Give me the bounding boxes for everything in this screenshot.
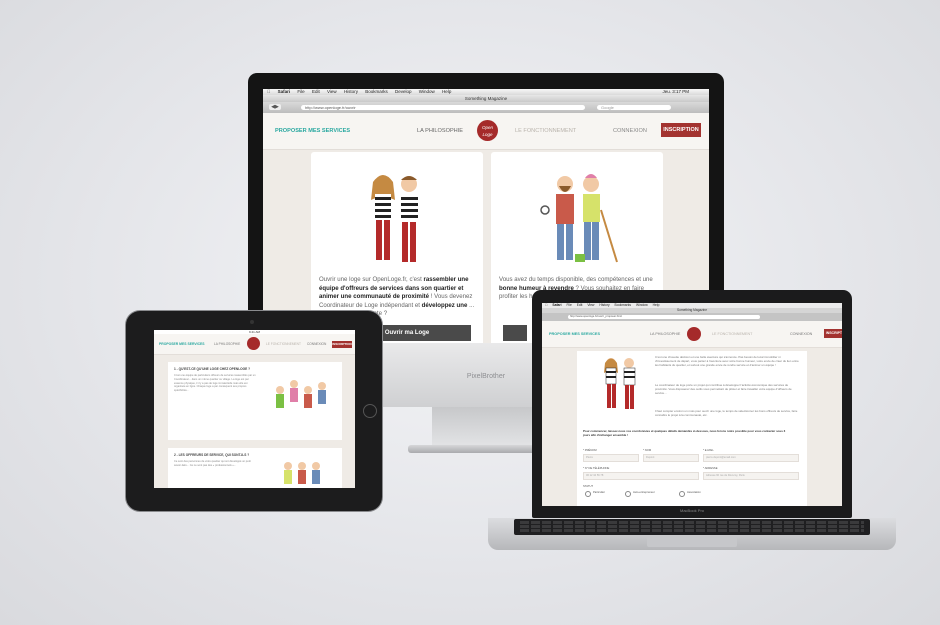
offerers-illustration [540, 174, 618, 263]
menu-safari[interactable]: Safari [278, 89, 291, 94]
macbook-brand-label: MacBook Pro [679, 508, 704, 513]
imac-stand [432, 407, 540, 447]
mb-adresse-input[interactable]: Adresse 60 rue de Rouvroy, Paris [703, 472, 799, 480]
mb-radio-particulier-label: Particulier [593, 491, 605, 494]
mb-menu-view[interactable]: View [587, 303, 594, 307]
mb-menu-bookmarks[interactable]: Bookmarks [615, 303, 632, 307]
menu-window[interactable]: Window [419, 89, 435, 94]
mb-nav-connexion[interactable]: CONNEXION [790, 332, 812, 336]
ipad-nav-fonctionnement[interactable]: LE FONCTIONNEMENT [266, 342, 301, 346]
mb-site-logo[interactable] [687, 327, 701, 341]
mb-email-input[interactable]: pierre.dupont@email.com [703, 454, 799, 462]
ipad-nav-philosophie[interactable]: LA PHILOSOPHIE [214, 342, 240, 346]
mb-radio-association-label: Association [687, 491, 701, 494]
mb-prenom-label: * PRÉNOM [583, 449, 597, 452]
ipad-site-logo[interactable] [247, 337, 260, 350]
mb-prenom-input[interactable]: Pierre [583, 454, 639, 462]
mb-radio-auto-entrepreneur-label: Auto-entrepreneur [633, 491, 655, 494]
ipad-inscription-button[interactable]: INSCRIPTION [332, 341, 352, 348]
nav-connexion[interactable]: CONNEXION [613, 128, 647, 134]
site-header: PROPOSER MES SERVICES LA PHILOSOPHIE Ope… [263, 113, 709, 150]
mb-apple-icon[interactable]:  [545, 303, 547, 307]
search-field[interactable]: Google [597, 105, 671, 110]
mb-intro-text-3: Il faut compter environ un mois pour ouv… [655, 409, 798, 418]
address-bar[interactable]: http://www.openloge.fr/ouvrir [301, 105, 585, 110]
window-title: Something Magazine [263, 95, 709, 102]
mb-nom-label: * NOM [643, 449, 652, 452]
mb-tel-input[interactable]: 06 12 34 56 78 [583, 472, 699, 480]
mb-email-label: * E-MAIL [703, 449, 714, 452]
nav-philosophie[interactable]: LA PHILOSOPHIE [417, 128, 463, 134]
mb-cta-text: Pour commencer, laissez-nous vos coordon… [583, 429, 786, 438]
mb-nav-fonctionnement[interactable]: LE FONCTIONNEMENT [712, 332, 752, 336]
mb-nav-propose-services[interactable]: PROPOSER MES SERVICES [549, 332, 600, 336]
mb-main-panel: C'est une chouette décision et une belle… [577, 351, 807, 506]
site-logo[interactable]: Open Loge [477, 120, 498, 141]
menu-view[interactable]: View [327, 89, 337, 94]
menu-bookmarks[interactable]: Bookmarks [365, 89, 388, 94]
mb-statut-label: STATUT [583, 485, 594, 488]
ipad-camera [250, 320, 254, 324]
ipad-section-1-title: 1 - QU'EST-CE QU'UNE LOGE CHEZ OPENLOGE … [174, 367, 251, 371]
mb-intro-text: C'est une chouette décision et une belle… [655, 355, 799, 368]
back-button[interactable]: ◀▶ [269, 104, 281, 110]
ipad-section-2-title: 2 - LES OFFREURS DE SERVICE, QUI SONT-IL… [174, 453, 250, 457]
ipad-section-2-text: Ce sont des personnes de votre quartier … [174, 460, 251, 467]
inscription-button[interactable]: INSCRIPTION [661, 123, 701, 137]
mb-menu-window[interactable]: Window [636, 303, 648, 307]
menu-edit[interactable]: Edit [312, 89, 320, 94]
menu-develop[interactable]: Develop [395, 89, 412, 94]
mb-radio-association[interactable] [679, 491, 685, 497]
ipad-section-2: 2 - LES OFFREURS DE SERVICE, QUI SONT-IL… [168, 448, 342, 488]
mb-nom-input[interactable]: Dupont [643, 454, 699, 462]
ipad-offerers-illustration [284, 462, 320, 484]
mb-menu-file[interactable]: File [567, 303, 572, 307]
apple-icon[interactable]:  [267, 89, 270, 94]
nav-propose-services[interactable]: PROPOSER MES SERVICES [275, 128, 350, 134]
ipad-nav-propose-services[interactable]: PROPOSER MES SERVICES [159, 342, 205, 346]
mb-site-header: PROPOSER MES SERVICES LA PHILOSOPHIE LE … [542, 321, 842, 348]
menu-history[interactable]: History [344, 89, 358, 94]
macbook-keyboard [514, 519, 870, 535]
ipad-nav-connexion[interactable]: CONNEXION [307, 342, 326, 346]
mb-nav-philosophie[interactable]: LA PHILOSOPHIE [650, 332, 680, 336]
nav-fonctionnement[interactable]: LE FONCTIONNEMENT [515, 128, 576, 134]
offer-services-button[interactable] [503, 325, 527, 341]
menu-help[interactable]: Help [442, 89, 451, 94]
ipad-home-button[interactable] [363, 404, 377, 418]
mb-inscription-button[interactable]: INSCRIPTION [824, 329, 842, 338]
ipad-section-1: 1 - QU'EST-CE QU'UNE LOGE CHEZ OPENLOGE … [168, 362, 342, 440]
ipad-site-header: PROPOSER MES SERVICES LA PHILOSOPHIE LE … [154, 334, 355, 355]
mb-menu-edit[interactable]: Edit [577, 303, 583, 307]
ipad-section-1-text: C'est une équipe de particuliers offreur… [174, 374, 256, 393]
macbook-screen:  Safari File Edit View History Bookmark… [542, 303, 842, 506]
couple-illustration [371, 175, 418, 262]
menu-file[interactable]: File [297, 89, 304, 94]
mb-tel-label: * N° DE TÉLÉPHONE [583, 467, 610, 470]
macbook-trackpad[interactable] [647, 537, 737, 547]
mb-intro-text-2: Le coordinateur de loge porte un projet … [655, 383, 792, 396]
ipad-screen: 9:41 AM PROPOSER MES SERVICES LA PHILOSO… [154, 330, 355, 488]
mb-couple-illustration [604, 358, 636, 409]
mb-adresse-label: * ADRESSE [703, 467, 718, 470]
mb-radio-auto-entrepreneur[interactable] [625, 491, 631, 497]
mb-menu-help[interactable]: Help [653, 303, 660, 307]
mb-menu-safari[interactable]: Safari [552, 303, 561, 307]
ipad-group-illustration [276, 380, 326, 408]
mb-radio-particulier[interactable] [585, 491, 591, 497]
mb-address-bar[interactable]: http://www.openloge.fr/ouvrir_proposer.h… [568, 315, 760, 319]
mb-menu-history[interactable]: History [599, 303, 609, 307]
